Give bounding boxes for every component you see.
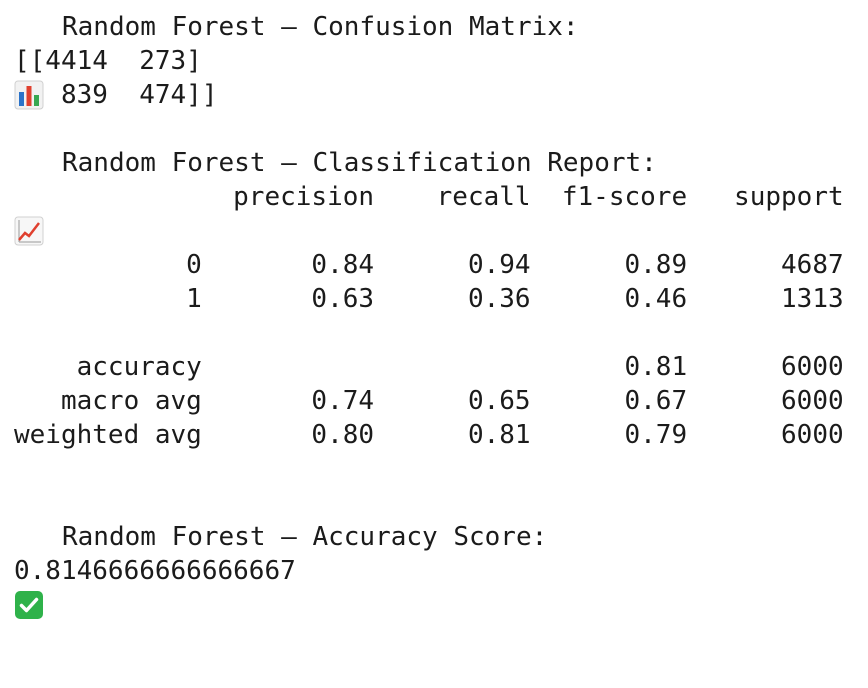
- report-summary-row: accuracy 0.81 6000: [14, 352, 844, 382]
- accuracy-score-title: Random Forest – Accuracy Score:: [62, 522, 548, 552]
- report-class-row: 0 0.84 0.94 0.89 4687: [14, 250, 844, 280]
- confusion-matrix-heading: Random Forest – Confusion Matrix:: [14, 10, 868, 110]
- confusion-matrix-title: Random Forest – Confusion Matrix:: [62, 12, 579, 42]
- terminal-output: Random Forest – Confusion Matrix: [[4414…: [14, 10, 868, 619]
- report-summary-row: weighted avg 0.80 0.81 0.79 6000: [14, 420, 844, 450]
- confusion-matrix-row: [ 839 474]]: [14, 80, 218, 110]
- classification-report-title: Random Forest – Classification Report:: [62, 148, 657, 178]
- classification-report-heading: Random Forest – Classification Report:: [14, 146, 868, 246]
- chart-increasing-icon: [14, 148, 44, 246]
- report-header-row: precision recall f1-score support: [14, 182, 844, 212]
- accuracy-score-value: 0.8146666666666667: [14, 556, 296, 586]
- check-mark-button-icon: [14, 522, 44, 619]
- confusion-matrix-row: [[4414 273]: [14, 46, 202, 76]
- accuracy-score-heading: Random Forest – Accuracy Score:: [14, 520, 868, 619]
- bar-chart-icon: [14, 12, 44, 110]
- report-summary-row: macro avg 0.74 0.65 0.67 6000: [14, 386, 844, 416]
- report-class-row: 1 0.63 0.36 0.46 1313: [14, 284, 844, 314]
